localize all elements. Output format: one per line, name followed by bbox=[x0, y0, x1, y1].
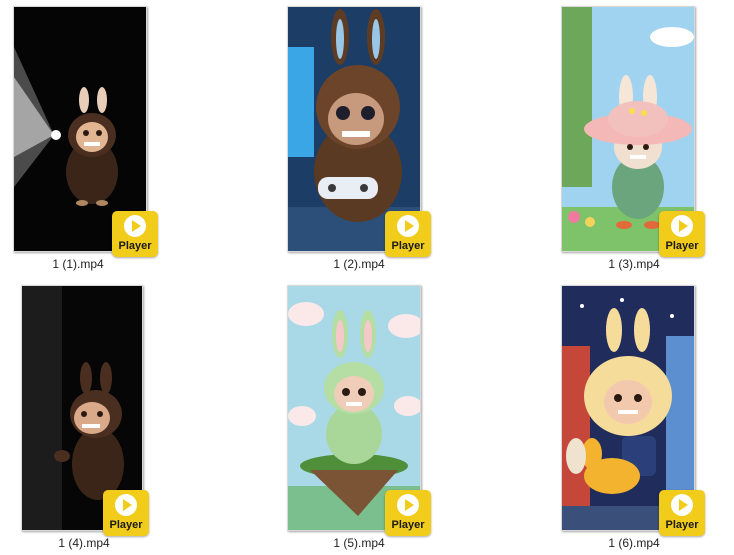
play-circle-icon bbox=[397, 494, 419, 516]
file-item-5[interactable]: Player 1 (5).mp4 bbox=[274, 285, 444, 555]
file-name-1[interactable]: 1 (1).mp4 bbox=[0, 257, 163, 271]
play-circle-icon bbox=[115, 494, 137, 516]
player-badge-2[interactable]: Player bbox=[385, 211, 431, 257]
file-item-3[interactable]: Player 1 (3).mp4 bbox=[549, 6, 719, 276]
play-circle-icon bbox=[671, 494, 693, 516]
file-item-1[interactable]: Player 1 (1).mp4 bbox=[0, 6, 163, 276]
player-badge-6[interactable]: Player bbox=[659, 490, 705, 536]
file-name-4[interactable]: 1 (4).mp4 bbox=[0, 536, 169, 550]
file-item-2[interactable]: Player 1 (2).mp4 bbox=[274, 6, 444, 276]
player-badge-label: Player bbox=[391, 519, 425, 531]
player-badge-label: Player bbox=[118, 240, 152, 252]
player-badge-1[interactable]: Player bbox=[112, 211, 158, 257]
player-badge-5[interactable]: Player bbox=[385, 490, 431, 536]
file-name-3[interactable]: 1 (3).mp4 bbox=[549, 257, 719, 271]
play-circle-icon bbox=[397, 215, 419, 237]
file-name-6[interactable]: 1 (6).mp4 bbox=[549, 536, 719, 550]
player-badge-label: Player bbox=[665, 519, 699, 531]
play-circle-icon bbox=[124, 215, 146, 237]
file-item-4[interactable]: Player 1 (4).mp4 bbox=[0, 285, 169, 555]
player-badge-label: Player bbox=[109, 519, 143, 531]
player-badge-4[interactable]: Player bbox=[103, 490, 149, 536]
player-badge-label: Player bbox=[391, 240, 425, 252]
file-item-6[interactable]: Player 1 (6).mp4 bbox=[549, 285, 719, 555]
player-badge-3[interactable]: Player bbox=[659, 211, 705, 257]
file-name-2[interactable]: 1 (2).mp4 bbox=[274, 257, 444, 271]
play-circle-icon bbox=[671, 215, 693, 237]
player-badge-label: Player bbox=[665, 240, 699, 252]
file-name-5[interactable]: 1 (5).mp4 bbox=[274, 536, 444, 550]
